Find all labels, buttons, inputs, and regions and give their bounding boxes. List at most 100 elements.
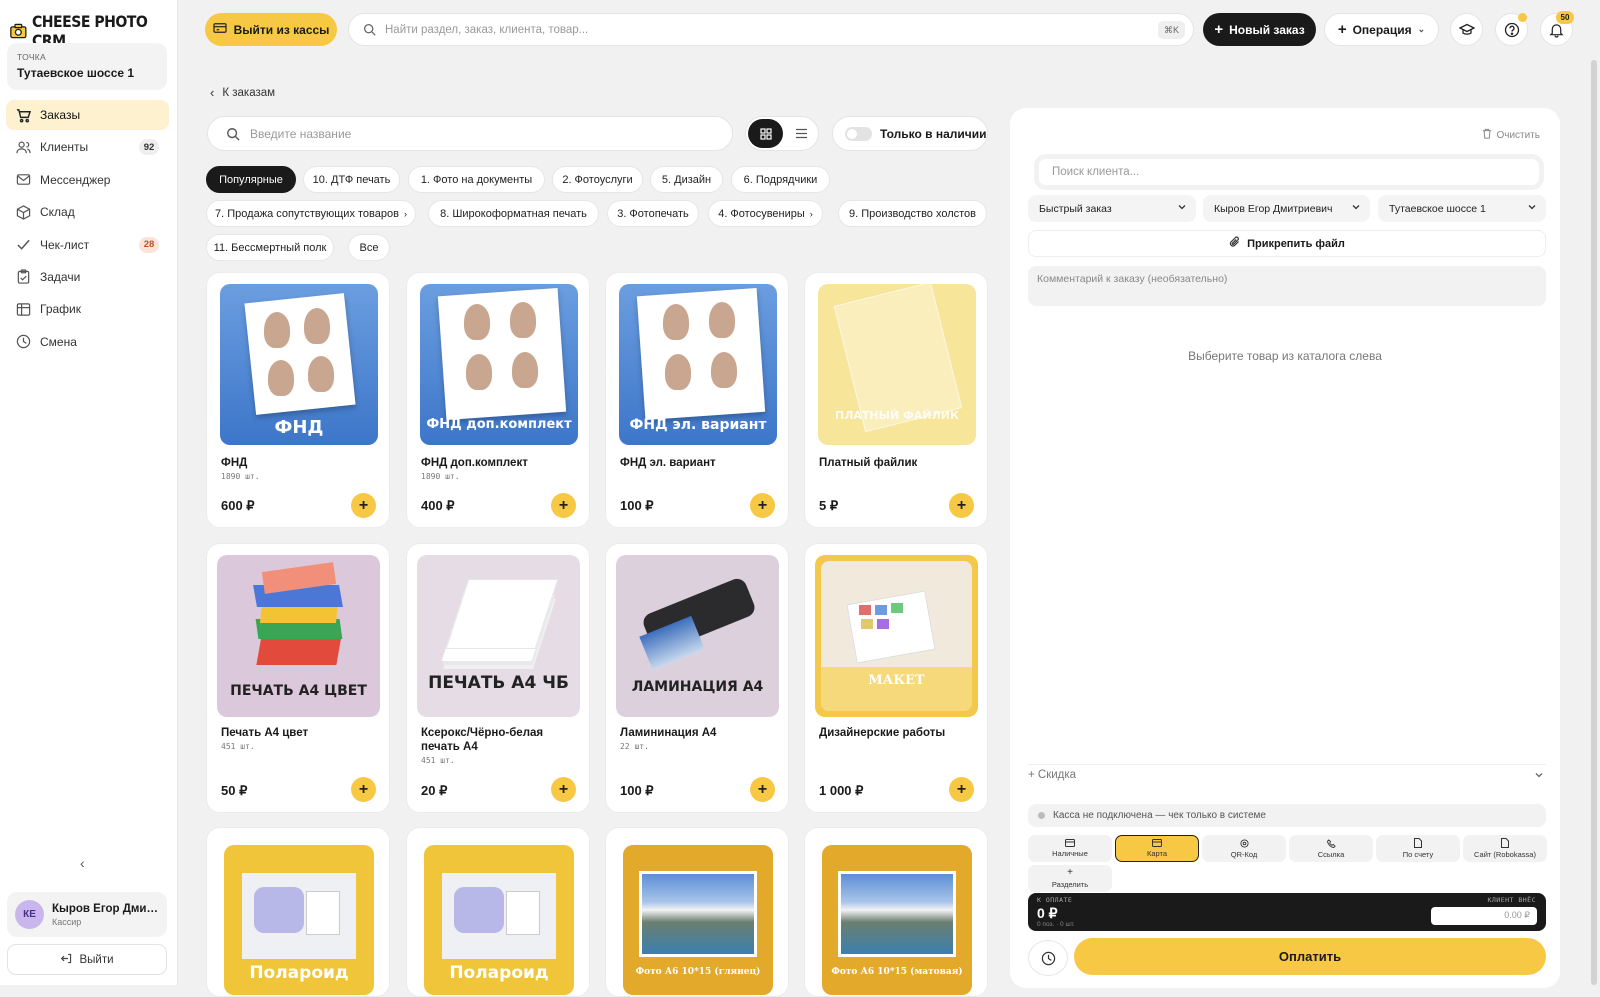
- plus-icon: +: [558, 780, 569, 798]
- back-label: К заказам: [222, 86, 276, 99]
- category-chip[interactable]: 5. Дизайн: [650, 166, 723, 193]
- back-to-orders-link[interactable]: ‹ К заказам: [210, 85, 275, 100]
- page-scrollbar[interactable]: [1591, 60, 1597, 985]
- point-select-value: Тутаевское шоссе 1: [1389, 202, 1486, 215]
- plus-icon: +: [757, 780, 768, 798]
- payment-method-qr[interactable]: QR-Код: [1202, 835, 1286, 862]
- product-card[interactable]: Фото А6 10*15 (матовая): [804, 827, 988, 997]
- category-chip[interactable]: 1. Фото на документы: [408, 166, 545, 193]
- category-chip[interactable]: 3. Фотопечать: [607, 200, 699, 227]
- training-button[interactable]: [1450, 13, 1483, 46]
- payment-method-robokassa[interactable]: Сайт (Robokassa): [1463, 835, 1547, 862]
- sidebar-item-schedule[interactable]: График: [6, 294, 169, 324]
- client-search-input[interactable]: Поиск клиента...: [1034, 154, 1544, 190]
- sidebar-item-warehouse[interactable]: Склад: [6, 197, 169, 227]
- category-chip[interactable]: 11. Бессмертный полк: [206, 234, 334, 261]
- plus-icon: +: [358, 496, 369, 514]
- pay-button[interactable]: Оплатить: [1074, 938, 1546, 975]
- exit-cashbox-button[interactable]: Выйти из кассы: [205, 13, 337, 46]
- category-chip[interactable]: 7. Продажа сопутствующих товаров ›: [206, 200, 416, 227]
- product-image: ФНД: [220, 284, 378, 445]
- point-select[interactable]: Тутаевское шоссе 1: [1378, 195, 1546, 222]
- add-to-order-button[interactable]: +: [949, 777, 974, 802]
- product-card[interactable]: Фото А6 10*15 (глянец): [605, 827, 789, 997]
- sidebar-item-tasks[interactable]: Задачи: [6, 262, 169, 292]
- product-card[interactable]: ПЕЧАТЬ А4 ЦВЕТ Печать А4 цвет 451 шт. 50…: [206, 543, 390, 813]
- product-card[interactable]: ФНД ФНД 1890 шт. 600 ₽ +: [206, 272, 390, 528]
- document-icon: [1501, 838, 1509, 848]
- add-to-order-button[interactable]: +: [551, 777, 576, 802]
- user-name: Кыров Егор Дмитриевич: [52, 902, 160, 915]
- in-stock-label: Только в наличии: [880, 126, 987, 141]
- attach-file-button[interactable]: Прикрепить файл: [1028, 230, 1546, 257]
- category-chip-all[interactable]: Все: [348, 234, 390, 261]
- grid-view-button[interactable]: [748, 119, 783, 148]
- order-type-select[interactable]: Быстрый заказ: [1028, 195, 1196, 222]
- card-icon: [1152, 839, 1162, 847]
- category-chip[interactable]: 2. Фотоуслуги: [552, 166, 643, 193]
- client-paid-input[interactable]: 0.00 ₽: [1431, 907, 1537, 925]
- product-card[interactable]: ПЕЧАТЬ А4 ЧБ Ксерокс/Чёрно-белая печать …: [406, 543, 590, 813]
- logout-button[interactable]: Выйти: [7, 944, 167, 975]
- new-order-button[interactable]: + Новый заказ: [1203, 13, 1316, 46]
- product-card[interactable]: Полароид: [206, 827, 390, 997]
- product-card[interactable]: Полароид: [406, 827, 590, 997]
- payment-method-cash[interactable]: Наличные: [1028, 835, 1112, 862]
- product-card[interactable]: ФНД эл. вариант ФНД эл. вариант 100 ₽ +: [605, 272, 789, 528]
- payment-method-label: По счету: [1402, 850, 1434, 859]
- graduation-cap-icon: [1458, 23, 1475, 35]
- sidebar-item-clients[interactable]: Клиенты 92: [6, 132, 169, 162]
- order-panel: Очистить Поиск клиента... Быстрый заказ …: [1010, 108, 1560, 988]
- global-search-input[interactable]: Найти раздел, заказ, клиента, товар... ⌘…: [348, 13, 1194, 46]
- discount-section[interactable]: + Скидка: [1028, 764, 1546, 784]
- add-to-order-button[interactable]: +: [750, 777, 775, 802]
- sidebar-item-messenger[interactable]: Мессенджер: [6, 165, 169, 195]
- collapse-sidebar-icon[interactable]: ‹: [80, 855, 85, 871]
- add-to-order-button[interactable]: +: [351, 493, 376, 518]
- toggle-switch[interactable]: [845, 126, 872, 141]
- sidebar-item-checklist[interactable]: Чек-лист 28: [6, 230, 169, 260]
- chevron-down-icon: ⌄: [1417, 24, 1426, 34]
- product-image: ФНД доп.комплект: [420, 284, 578, 445]
- catalog-search-input[interactable]: Введите название: [207, 116, 733, 151]
- clear-order-button[interactable]: Очистить: [1482, 128, 1540, 142]
- payment-method-split[interactable]: + Разделить: [1028, 865, 1112, 892]
- product-name: Дизайнерские работы: [819, 727, 946, 739]
- add-to-order-button[interactable]: +: [351, 777, 376, 802]
- category-chip-popular[interactable]: Популярные: [206, 166, 296, 193]
- mail-icon: [15, 172, 31, 188]
- add-to-order-button[interactable]: +: [949, 493, 974, 518]
- add-to-order-button[interactable]: +: [551, 493, 576, 518]
- product-name: Платный файлик: [819, 457, 918, 469]
- product-image-label: ФНД: [274, 417, 324, 438]
- user-card[interactable]: КЕ Кыров Егор Дмитриевич Кассир: [7, 892, 167, 937]
- sidebar-item-shift[interactable]: Смена: [6, 327, 169, 357]
- employee-value: Кыров Егор Дмитриевич: [1214, 202, 1333, 215]
- add-to-order-button[interactable]: +: [750, 493, 775, 518]
- payment-method-card[interactable]: Карта: [1115, 835, 1199, 862]
- category-chip[interactable]: 8. Широкоформатная печать: [428, 200, 599, 227]
- list-view-button[interactable]: [785, 119, 817, 148]
- point-selector[interactable]: ТОЧКА Тутаевское шоссе 1: [7, 43, 167, 90]
- product-image: Фото А6 10*15 (матовая): [822, 845, 972, 995]
- operation-button[interactable]: + Операция ⌄: [1324, 13, 1439, 46]
- product-card[interactable]: ЛАМИНАЦИЯ А4 Ламининация А4 22 шт. 100 ₽…: [605, 543, 789, 813]
- payment-method-invoice[interactable]: По счету: [1376, 835, 1460, 862]
- view-toggle: [745, 116, 819, 151]
- payment-method-link[interactable]: Ссылка: [1289, 835, 1373, 862]
- category-chip[interactable]: 10. ДТФ печать: [303, 166, 400, 193]
- postpone-button[interactable]: [1028, 940, 1068, 976]
- category-chip[interactable]: 4. Фотосувениры ›: [708, 200, 823, 227]
- order-comment-textarea[interactable]: Комментарий к заказу (необязательно): [1028, 266, 1546, 306]
- category-chip[interactable]: 9. Производство холстов: [838, 200, 987, 227]
- category-chip[interactable]: 6. Подрядчики: [731, 166, 830, 193]
- product-card[interactable]: ПЛАТНЫЙ ФАЙЛИК Платный файлик 5 ₽ +: [804, 272, 988, 528]
- product-card[interactable]: МАКЕТ Дизайнерские работы 1 000 ₽ +: [804, 543, 988, 813]
- payment-method-label: QR-Код: [1230, 849, 1258, 859]
- sidebar-item-orders[interactable]: Заказы: [6, 100, 169, 130]
- phone-icon: [1326, 838, 1336, 848]
- in-stock-toggle[interactable]: Только в наличии: [832, 116, 988, 151]
- plus-icon: +: [956, 780, 967, 798]
- employee-select[interactable]: Кыров Егор Дмитриевич: [1203, 195, 1370, 222]
- product-card[interactable]: ФНД доп.комплект ФНД доп.комплект 1890 ш…: [406, 272, 590, 528]
